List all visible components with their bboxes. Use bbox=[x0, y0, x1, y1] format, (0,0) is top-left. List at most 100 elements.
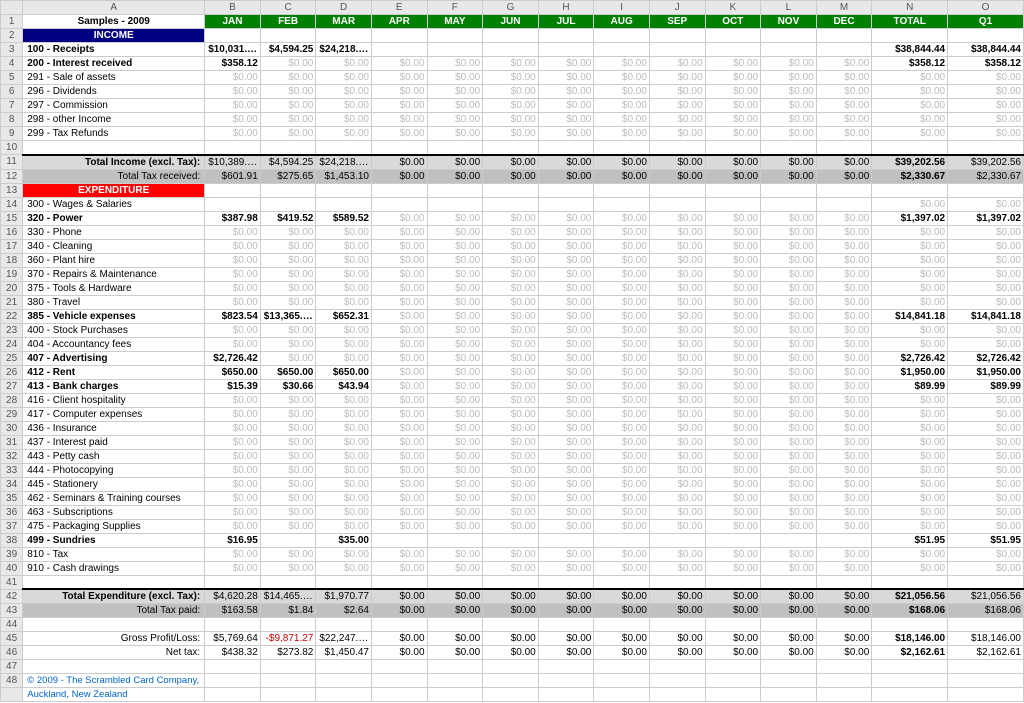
value-cell[interactable]: $0.00 bbox=[483, 225, 539, 239]
value-cell[interactable]: $0.00 bbox=[594, 407, 650, 421]
q1-cell[interactable]: $0.00 bbox=[948, 197, 1024, 211]
cell[interactable] bbox=[649, 141, 705, 155]
value-cell[interactable]: $0.00 bbox=[260, 71, 316, 85]
cell[interactable] bbox=[483, 575, 539, 589]
value-cell[interactable]: $0.00 bbox=[705, 477, 761, 491]
value-cell[interactable]: $0.00 bbox=[427, 295, 483, 309]
value-cell[interactable]: $0.00 bbox=[594, 604, 650, 618]
cell[interactable] bbox=[371, 688, 427, 702]
row-header[interactable]: 4 bbox=[1, 57, 23, 71]
value-cell[interactable]: $0.00 bbox=[594, 379, 650, 393]
value-cell[interactable] bbox=[705, 197, 761, 211]
total-cell[interactable]: $51.95 bbox=[872, 533, 948, 547]
value-cell[interactable]: $0.00 bbox=[594, 435, 650, 449]
cell[interactable] bbox=[705, 618, 761, 632]
value-cell[interactable]: $0.00 bbox=[761, 393, 817, 407]
value-cell[interactable]: $0.00 bbox=[705, 85, 761, 99]
row-label[interactable]: 385 - Vehicle expenses bbox=[23, 309, 205, 323]
cell[interactable] bbox=[371, 660, 427, 674]
q1-cell[interactable]: $0.00 bbox=[948, 71, 1024, 85]
value-cell[interactable]: $0.00 bbox=[538, 155, 594, 170]
month-header[interactable]: MAR bbox=[316, 15, 372, 29]
value-cell[interactable]: $0.00 bbox=[761, 604, 817, 618]
row-label[interactable]: 300 - Wages & Salaries bbox=[23, 197, 205, 211]
col-header[interactable]: O bbox=[948, 1, 1024, 15]
cell[interactable] bbox=[205, 183, 261, 197]
value-cell[interactable]: $0.00 bbox=[816, 449, 872, 463]
row-header[interactable]: 43 bbox=[1, 604, 23, 618]
value-cell[interactable]: $0.00 bbox=[705, 505, 761, 519]
total-cell[interactable]: $0.00 bbox=[872, 295, 948, 309]
month-header[interactable]: JUL bbox=[538, 15, 594, 29]
value-cell[interactable]: $0.00 bbox=[705, 239, 761, 253]
value-cell[interactable]: $0.00 bbox=[205, 225, 261, 239]
value-cell[interactable]: $0.00 bbox=[371, 491, 427, 505]
value-cell[interactable]: $0.00 bbox=[371, 379, 427, 393]
value-cell[interactable]: $0.00 bbox=[816, 57, 872, 71]
total-cell[interactable]: $2,162.61 bbox=[872, 646, 948, 660]
value-cell[interactable] bbox=[427, 533, 483, 547]
value-cell[interactable]: $0.00 bbox=[594, 253, 650, 267]
row-header[interactable]: 14 bbox=[1, 197, 23, 211]
value-cell[interactable]: $0.00 bbox=[761, 267, 817, 281]
total-cell[interactable]: $0.00 bbox=[872, 253, 948, 267]
value-cell[interactable]: $0.00 bbox=[594, 155, 650, 170]
value-cell[interactable]: $0.00 bbox=[427, 155, 483, 170]
row-header[interactable]: 17 bbox=[1, 239, 23, 253]
cell[interactable] bbox=[705, 29, 761, 43]
value-cell[interactable]: $0.00 bbox=[816, 71, 872, 85]
total-cell[interactable]: $38,844.44 bbox=[872, 43, 948, 57]
value-cell[interactable]: $0.00 bbox=[483, 351, 539, 365]
total-label[interactable]: Net tax: bbox=[23, 646, 205, 660]
value-cell[interactable]: $0.00 bbox=[316, 295, 372, 309]
value-cell[interactable]: $0.00 bbox=[816, 155, 872, 170]
value-cell[interactable]: $0.00 bbox=[427, 379, 483, 393]
value-cell[interactable]: $0.00 bbox=[205, 491, 261, 505]
cell[interactable] bbox=[872, 660, 948, 674]
value-cell[interactable]: $0.00 bbox=[705, 604, 761, 618]
value-cell[interactable]: $0.00 bbox=[427, 169, 483, 183]
value-cell[interactable]: $1,450.47 bbox=[316, 646, 372, 660]
value-cell[interactable]: $0.00 bbox=[316, 225, 372, 239]
value-cell[interactable]: $0.00 bbox=[316, 505, 372, 519]
value-cell[interactable]: $0.00 bbox=[483, 561, 539, 575]
value-cell[interactable]: $0.00 bbox=[705, 337, 761, 351]
value-cell[interactable]: $652.31 bbox=[316, 309, 372, 323]
value-cell[interactable] bbox=[649, 533, 705, 547]
q1-cell[interactable]: $0.00 bbox=[948, 519, 1024, 533]
value-cell[interactable]: $0.00 bbox=[371, 85, 427, 99]
value-cell[interactable] bbox=[538, 43, 594, 57]
cell[interactable] bbox=[872, 29, 948, 43]
cell[interactable] bbox=[761, 141, 817, 155]
value-cell[interactable]: $0.00 bbox=[649, 169, 705, 183]
value-cell[interactable]: $0.00 bbox=[205, 239, 261, 253]
value-cell[interactable]: $0.00 bbox=[260, 351, 316, 365]
value-cell[interactable]: $0.00 bbox=[538, 604, 594, 618]
value-cell[interactable]: $16.95 bbox=[205, 533, 261, 547]
cell[interactable] bbox=[371, 141, 427, 155]
value-cell[interactable]: $0.00 bbox=[371, 519, 427, 533]
value-cell[interactable]: $0.00 bbox=[816, 421, 872, 435]
value-cell[interactable]: $0.00 bbox=[483, 99, 539, 113]
row-label[interactable]: 299 - Tax Refunds bbox=[23, 127, 205, 141]
value-cell[interactable]: $0.00 bbox=[427, 211, 483, 225]
value-cell[interactable]: $0.00 bbox=[761, 113, 817, 127]
value-cell[interactable]: $0.00 bbox=[371, 477, 427, 491]
value-cell[interactable]: $0.00 bbox=[260, 99, 316, 113]
value-cell[interactable]: $589.52 bbox=[316, 211, 372, 225]
col-header[interactable]: B bbox=[205, 1, 261, 15]
value-cell[interactable] bbox=[371, 533, 427, 547]
row-header[interactable]: 34 bbox=[1, 477, 23, 491]
value-cell[interactable]: $0.00 bbox=[705, 99, 761, 113]
value-cell[interactable]: $0.00 bbox=[316, 547, 372, 561]
value-cell[interactable]: $0.00 bbox=[316, 561, 372, 575]
row-header[interactable]: 41 bbox=[1, 575, 23, 589]
value-cell[interactable] bbox=[649, 43, 705, 57]
value-cell[interactable]: $0.00 bbox=[205, 323, 261, 337]
cell[interactable] bbox=[371, 618, 427, 632]
row-header[interactable]: 28 bbox=[1, 393, 23, 407]
value-cell[interactable]: $0.00 bbox=[205, 85, 261, 99]
value-cell[interactable]: $0.00 bbox=[371, 169, 427, 183]
col-header[interactable]: D bbox=[316, 1, 372, 15]
cell[interactable] bbox=[649, 618, 705, 632]
